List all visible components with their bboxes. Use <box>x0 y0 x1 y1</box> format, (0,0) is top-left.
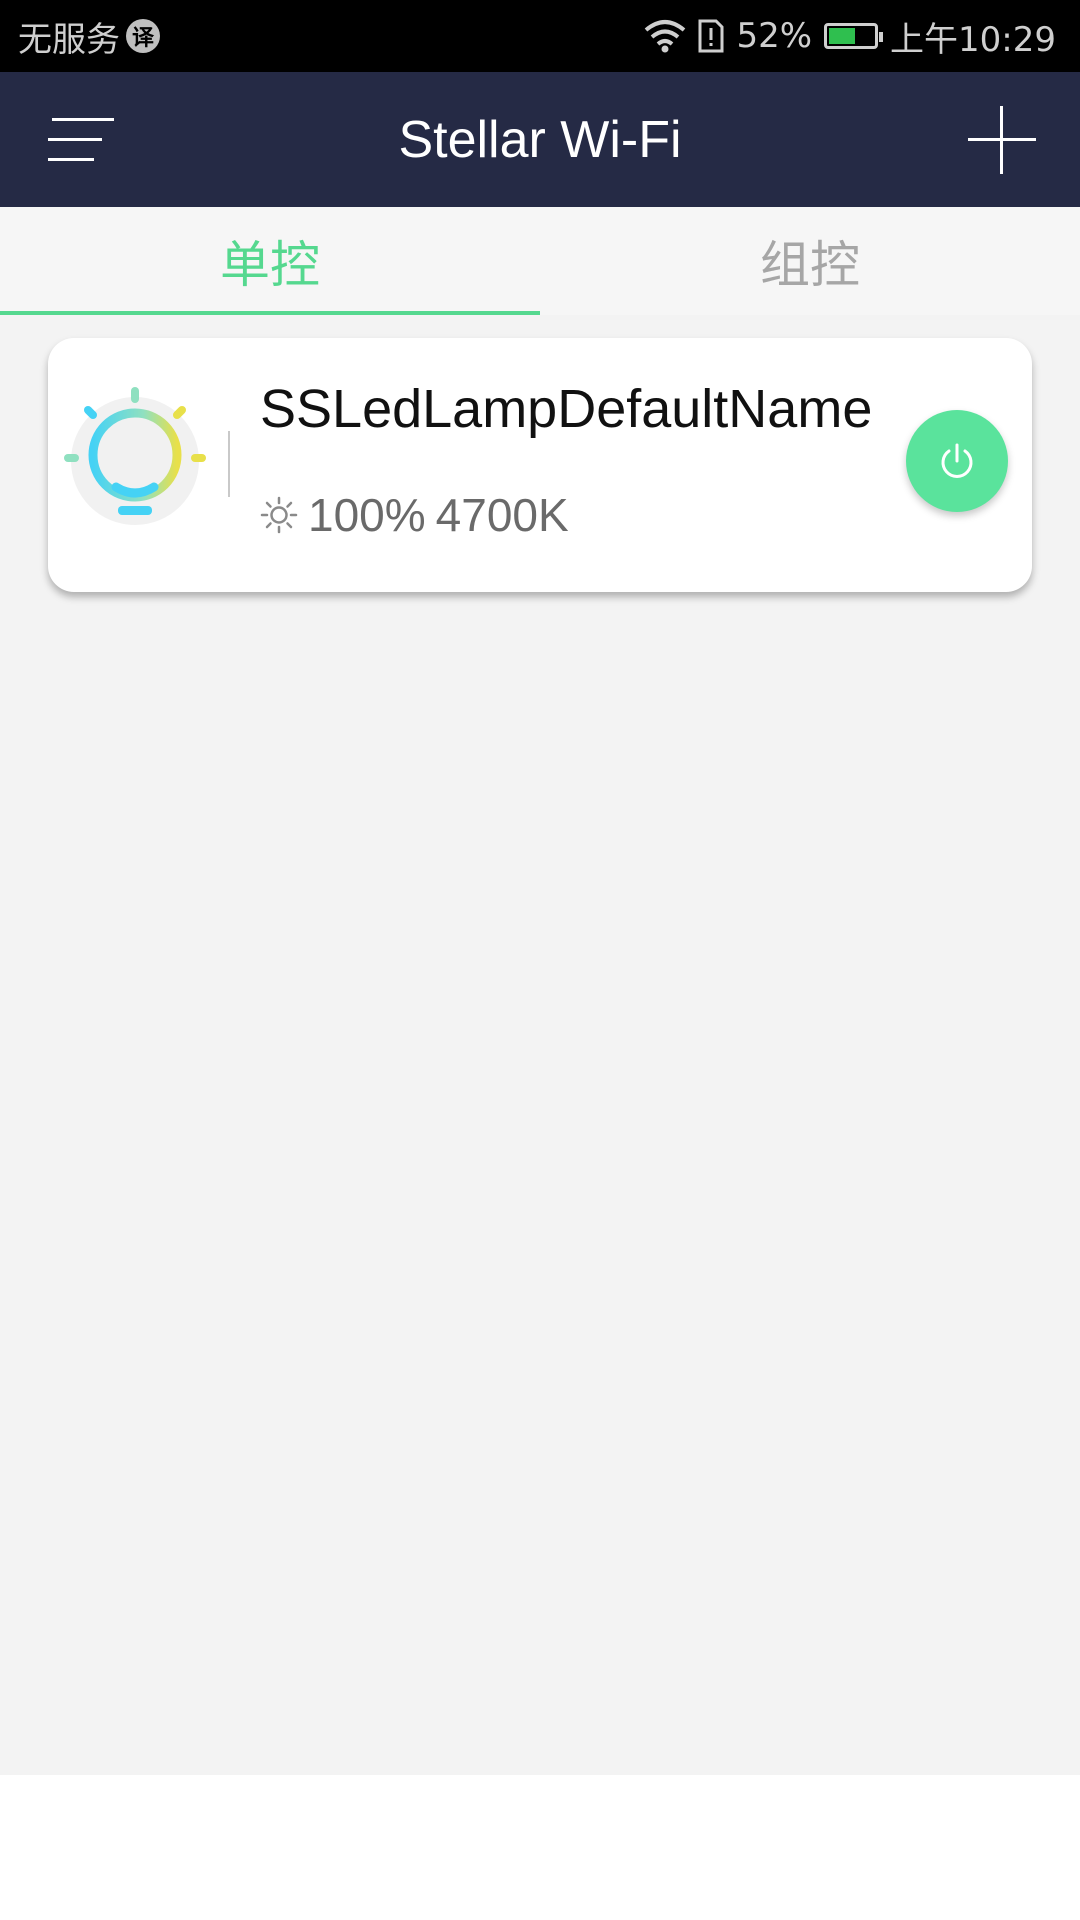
light-bulb-icon <box>64 387 206 525</box>
battery-level <box>829 28 856 44</box>
status-right: 52% 上午10:29 <box>644 0 1056 72</box>
clock: 上午10:29 <box>890 19 1056 60</box>
tab-group-control[interactable]: 组控 <box>540 207 1080 315</box>
app-bar: Stellar Wi-Fi <box>0 72 1080 207</box>
wifi-icon <box>645 20 686 53</box>
status-bar: 无服务 译 52% 上午10:29 <box>0 0 1080 72</box>
power-icon <box>941 443 973 478</box>
sim-alert-icon <box>698 19 724 53</box>
brightness-icon <box>260 496 298 534</box>
device-status: 100% 4700K <box>260 488 569 542</box>
add-device-button[interactable] <box>968 106 1036 174</box>
status-left: 无服务 译 <box>18 0 160 72</box>
device-card[interactable]: SSLedLampDefaultName 100% 4700K <box>48 338 1032 592</box>
carrier-label: 无服务 <box>18 19 120 60</box>
tab-single-control[interactable]: 单控 <box>0 207 540 315</box>
tab-bar: 单控 组控 <box>0 207 1080 316</box>
color-temperature-value: 4700K <box>435 489 569 541</box>
app-title: Stellar Wi-Fi <box>398 110 682 169</box>
device-list: SSLedLampDefaultName 100% 4700K <box>0 315 1080 1775</box>
battery-icon <box>824 23 884 49</box>
power-toggle-button[interactable] <box>906 410 1008 512</box>
device-name: SSLedLampDefaultName <box>260 379 873 439</box>
card-divider <box>228 431 230 497</box>
battery-percent: 52% <box>736 16 813 56</box>
translate-badge-icon: 译 <box>126 19 160 53</box>
brightness-value: 100% <box>308 489 426 541</box>
